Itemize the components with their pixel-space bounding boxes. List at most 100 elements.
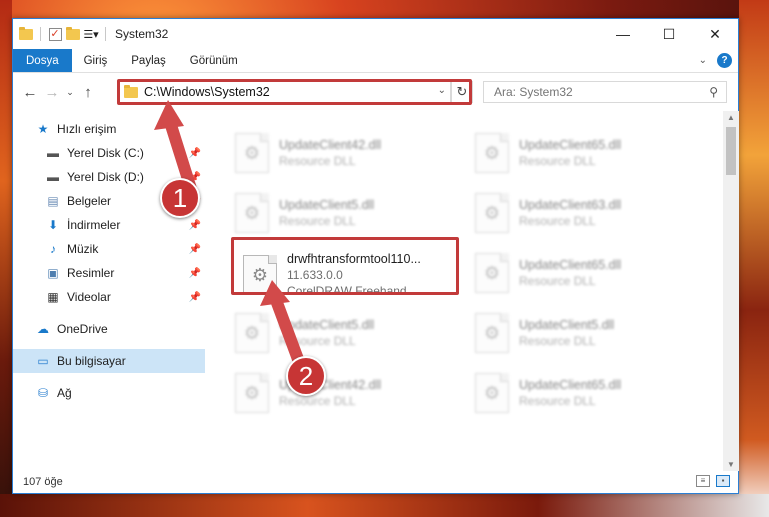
file-name: UpdateClient63.dll	[519, 198, 622, 212]
file-type: Resource DLL	[519, 214, 596, 228]
view-switcher: ≡ ▪	[696, 475, 730, 487]
file-item[interactable]: ⚙ UpdateClient5.dll Resource DLL	[229, 187, 449, 239]
pin-icon[interactable]: 📌	[189, 292, 201, 303]
quick-access-toolbar: ✓ ☰▾	[13, 26, 109, 41]
vertical-scrollbar[interactable]: ▲ ▼	[723, 111, 739, 471]
file-name: UpdateClient65.dll	[519, 378, 622, 392]
close-button[interactable]: ✕	[692, 19, 738, 49]
drive-icon: ▬	[47, 146, 59, 160]
tab-view[interactable]: Görünüm	[178, 49, 250, 72]
scroll-down-icon[interactable]: ▼	[723, 460, 739, 469]
file-type: Resource DLL	[279, 394, 356, 408]
download-icon: ⬇	[47, 218, 59, 232]
minimize-button[interactable]: —	[600, 19, 646, 49]
up-arrow-icon[interactable]: ↑	[77, 84, 99, 101]
gear-document-icon: ⚙	[475, 253, 509, 293]
file-item[interactable]: ⚙ UpdateClient65.dll Resource DLL	[469, 127, 689, 179]
pin-icon[interactable]: 📌	[189, 220, 201, 231]
explorer-window: ✓ ☰▾ System32 — ☐ ✕ Dosya Giriş Paylaş G…	[12, 18, 739, 494]
gear-document-icon: ⚙	[475, 193, 509, 233]
network-icon: ⛁	[37, 386, 49, 400]
ribbon-tabs: Dosya Giriş Paylaş Görünüm ⌄ ?	[13, 49, 738, 73]
background-bottom	[0, 494, 769, 517]
sidebar-item-videos[interactable]: ▦ Videolar 📌	[13, 285, 205, 309]
sidebar-item-network[interactable]: ⛁ Ağ	[13, 381, 205, 405]
window-title: System32	[115, 27, 169, 41]
sidebar-item-onedrive[interactable]: ☁ OneDrive	[13, 317, 205, 341]
file-item[interactable]: ⚙ UpdateClient65.dll Resource DLL	[469, 247, 689, 299]
sidebar-item-this-pc[interactable]: ▭ Bu bilgisayar	[13, 349, 205, 373]
drive-icon: ▬	[47, 170, 59, 184]
gear-document-icon: ⚙	[235, 133, 269, 173]
sidebar-item-pictures[interactable]: ▣ Resimler 📌	[13, 261, 205, 285]
new-folder-icon[interactable]	[66, 26, 80, 41]
step2-badge: 2	[286, 356, 326, 396]
tiles-view-icon[interactable]: ▪	[716, 475, 730, 487]
toolbar-divider	[105, 27, 106, 41]
file-type: Resource DLL	[519, 154, 596, 168]
file-item[interactable]: ⚙ UpdateClient42.dll Resource DLL	[229, 127, 449, 179]
search-icon[interactable]: ⚲	[709, 85, 718, 99]
file-type: Resource DLL	[519, 334, 596, 348]
file-item[interactable]: ⚙ UpdateClient63.dll Resource DLL	[469, 187, 689, 239]
pin-icon[interactable]: 📌	[189, 268, 201, 279]
sidebar-item-label: Videolar	[67, 290, 111, 304]
file-item[interactable]: ⚙ UpdateClient65.dll Resource DLL	[469, 367, 689, 419]
gear-document-icon: ⚙	[235, 193, 269, 233]
documents-icon: ▤	[47, 194, 59, 208]
step1-badge: 1	[160, 178, 200, 218]
status-bar: 107 öğe ≡ ▪	[13, 471, 738, 493]
cloud-icon: ☁	[37, 322, 49, 336]
sidebar-item-label: Yerel Disk (D:)	[67, 170, 144, 184]
file-name: UpdateClient65.dll	[519, 138, 622, 152]
properties-icon[interactable]: ✓	[48, 27, 62, 41]
file-type: Resource DLL	[519, 274, 596, 288]
file-item[interactable]: ⚙ UpdateClient5.dll Resource DLL	[469, 307, 689, 359]
background-left	[0, 0, 12, 517]
pin-icon[interactable]: 📌	[189, 244, 201, 255]
maximize-button[interactable]: ☐	[646, 19, 692, 49]
tab-home[interactable]: Giriş	[72, 49, 120, 72]
scroll-thumb[interactable]	[726, 127, 736, 175]
sidebar-item-label: Hızlı erişim	[57, 122, 117, 136]
file-name: UpdateClient42.dll	[279, 138, 382, 152]
details-view-icon[interactable]: ≡	[696, 475, 710, 487]
computer-icon: ▭	[37, 354, 49, 368]
file-type: Resource DLL	[519, 394, 596, 408]
back-arrow-icon[interactable]: ←	[19, 84, 41, 101]
help-icon[interactable]: ?	[717, 53, 732, 68]
toolbar-divider	[40, 27, 41, 41]
file-name: UpdateClient65.dll	[519, 258, 622, 272]
gear-document-icon: ⚙	[475, 313, 509, 353]
sidebar-item-music[interactable]: ♪ Müzik 📌	[13, 237, 205, 261]
scroll-up-icon[interactable]: ▲	[723, 113, 739, 122]
expand-ribbon-icon[interactable]: ⌄	[699, 55, 707, 66]
sidebar-item-label: Ağ	[57, 386, 72, 400]
sidebar-item-label: Bu bilgisayar	[57, 354, 126, 368]
background-right	[739, 0, 769, 517]
file-type: Resource DLL	[279, 154, 356, 168]
folder-icon	[19, 26, 33, 41]
sidebar-item-label: OneDrive	[57, 322, 108, 336]
recent-locations-icon[interactable]: ⌄	[63, 87, 77, 98]
title-bar: ✓ ☰▾ System32 — ☐ ✕	[13, 19, 738, 49]
search-box[interactable]: ⚲	[483, 81, 727, 103]
videos-icon: ▦	[47, 290, 59, 304]
music-icon: ♪	[50, 242, 56, 256]
navigation-bar: ← → ⌄ ↑ C:\Windows\System32 ⌄ ↻ ⚲	[13, 74, 738, 110]
file-name: UpdateClient5.dll	[519, 318, 615, 332]
search-input[interactable]	[494, 85, 694, 99]
tab-file[interactable]: Dosya	[13, 49, 72, 72]
gear-document-icon: ⚙	[475, 133, 509, 173]
forward-arrow-icon[interactable]: →	[41, 84, 63, 101]
sidebar-item-label: İndirmeler	[67, 218, 121, 232]
toolbar-customize-icon[interactable]: ☰▾	[83, 27, 98, 41]
file-type: Resource DLL	[279, 214, 356, 228]
tab-share[interactable]: Paylaş	[119, 49, 178, 72]
sidebar-item-label: Yerel Disk (C:)	[67, 146, 144, 160]
window-controls: — ☐ ✕	[600, 19, 738, 49]
pictures-icon: ▣	[47, 266, 59, 280]
file-name: UpdateClient5.dll	[279, 198, 375, 212]
sidebar-item-label: Müzik	[67, 242, 99, 256]
item-count: 107 öğe	[23, 476, 63, 488]
